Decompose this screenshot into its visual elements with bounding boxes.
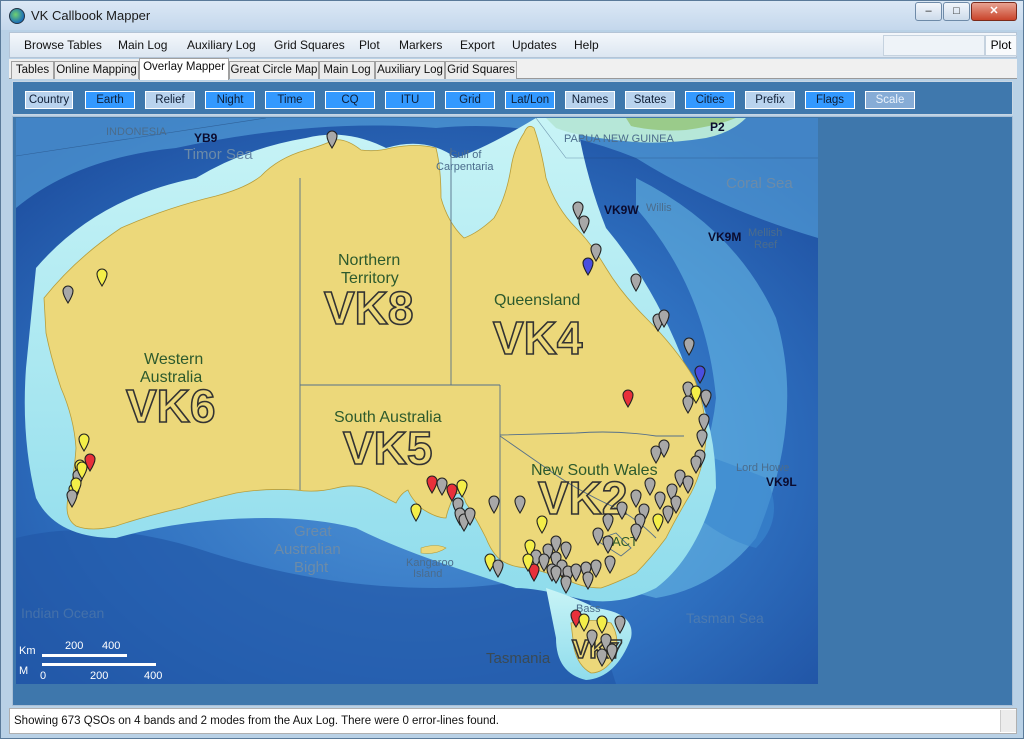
tab-grid-squares[interactable]: Grid Squares [445,61,517,79]
title-bar: VK Callbook Mapper – □ ✕ [1,1,1023,30]
toggle-latlon-button[interactable]: Lat/Lon [505,91,555,109]
sea-label-mellish: Mellish Reef [748,227,782,251]
toggle-states-button[interactable]: States [625,91,675,109]
prefix-yb9: YB9 [194,131,218,145]
minimize-button[interactable]: – [915,2,942,21]
toggle-cq-button[interactable]: CQ [325,91,375,109]
prefix-p2: P2 [710,120,725,134]
app-window: VK Callbook Mapper – □ ✕ Browse Tables M… [0,0,1024,739]
menu-browse-tables[interactable]: Browse Tables [24,38,102,52]
close-button[interactable]: ✕ [971,2,1017,21]
prefix-vk9l: VK9L [766,475,797,489]
menu-updates[interactable]: Updates [512,38,557,52]
menu-bar: Browse Tables Main Log Auxiliary Log Gri… [9,32,1017,58]
status-bar: Showing 673 QSOs on 4 bands and 2 modes … [9,708,1017,734]
prefix-vk9w: VK9W [604,203,639,217]
menu-export[interactable]: Export [460,38,495,52]
toggle-grid-button[interactable]: Grid [445,91,495,109]
sea-label-lordhowe: Lord Howe [736,462,789,474]
tab-online-mapping[interactable]: Online Mapping [54,61,139,79]
toggle-scale-button[interactable]: Scale [865,91,915,109]
scale-mi-tick-200: 200 [90,670,108,682]
toggle-prefix-button[interactable]: Prefix [745,91,795,109]
status-message: Showing 673 QSOs on 4 bands and 2 modes … [14,715,499,727]
menu-grid-squares[interactable]: Grid Squares [274,38,345,52]
prefix-vk6: VK6 [126,380,215,432]
toggle-itu-button[interactable]: ITU [385,91,435,109]
sea-label-indonesia: INDONESIA [106,126,167,138]
tab-auxiliary-log[interactable]: Auxiliary Log [375,61,445,79]
scale-mi-label: M [19,665,28,677]
prefix-vk5: VK5 [343,422,432,474]
menu-plot[interactable]: Plot [359,38,380,52]
scale-km-tick-400: 400 [102,640,120,652]
overlay-map[interactable]: Timor Sea Great Australian Bight Coral Sea… [16,118,818,684]
toggle-time-button[interactable]: Time [265,91,315,109]
scale-mi-tick-400: 400 [144,670,162,682]
plot-input[interactable] [883,35,985,56]
tab-overlay-mapper[interactable]: Overlay Mapper [139,58,229,80]
menu-help[interactable]: Help [574,38,599,52]
toggle-earth-button[interactable]: Earth [85,91,135,109]
sea-label-png: PAPUA NEW GUINEA [564,133,674,145]
maximize-button[interactable]: □ [943,2,970,21]
prefix-vk4: VK4 [493,312,583,364]
overlay-toolbar: Country Earth Relief Night Time CQ ITU G… [12,81,1013,115]
region-label-tasmania-text: Tasmania [486,650,551,667]
toggle-names-button[interactable]: Names [565,91,615,109]
plot-button[interactable]: Plot [985,35,1017,56]
sea-label-indian: Indian Ocean [21,605,104,621]
prefix-vk9m: VK9M [708,230,741,244]
sea-label-timor: Timor Sea [184,146,253,163]
scale-mi-tick-0: 0 [40,670,46,682]
menu-main-log[interactable]: Main Log [118,38,167,52]
toggle-flags-button[interactable]: Flags [805,91,855,109]
prefix-vk8: VK8 [324,282,413,334]
map-canvas: Timor Sea Great Australian Bight Coral Sea… [16,118,818,684]
sea-label-willis: Willis [646,202,672,214]
toggle-relief-button[interactable]: Relief [145,91,195,109]
app-globe-icon [9,8,25,24]
sea-label-coral: Coral Sea [726,175,793,192]
tab-main-log[interactable]: Main Log [319,61,375,79]
toggle-night-button[interactable]: Night [205,91,255,109]
tab-bar: Tables Online Mapping Overlay Mapper Gre… [9,58,1017,80]
resize-grip[interactable] [1000,710,1016,732]
toggle-country-button[interactable]: Country [25,91,73,109]
scale-km-label: Km [19,645,36,657]
menu-markers[interactable]: Markers [399,38,442,52]
toggle-cities-button[interactable]: Cities [685,91,735,109]
prefix-vk2: VK2 [538,472,627,524]
tab-great-circle-map[interactable]: Great Circle Map [229,61,319,79]
window-title: VK Callbook Mapper [31,8,151,23]
tab-tables[interactable]: Tables [11,61,54,79]
region-name-qld: Queensland [494,292,580,309]
scale-km-tick-200: 200 [65,640,83,652]
menu-auxiliary-log[interactable]: Auxiliary Log [187,38,256,52]
sea-label-tasman: Tasman Sea [686,610,764,626]
